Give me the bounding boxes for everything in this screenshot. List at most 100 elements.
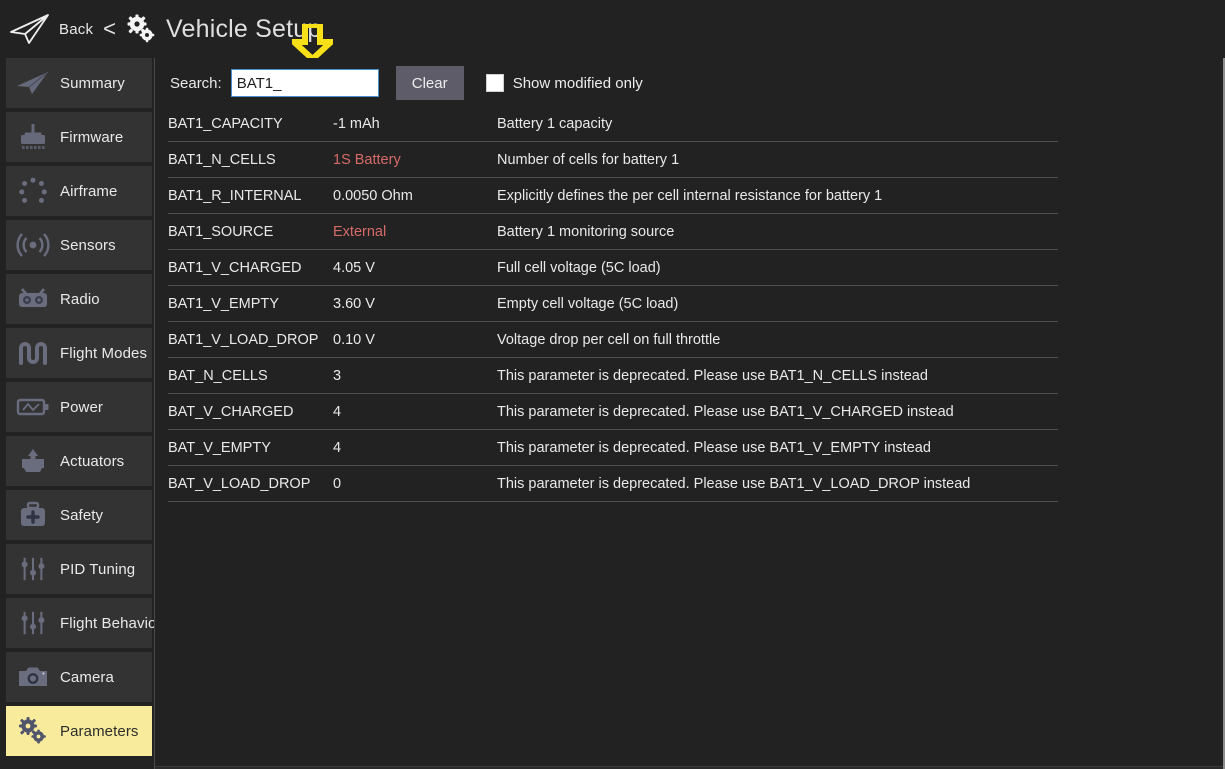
- search-label: Search:: [170, 75, 222, 92]
- param-description: This parameter is deprecated. Please use…: [497, 368, 1058, 384]
- download-chip-icon: [14, 121, 52, 153]
- param-name: BAT1_V_EMPTY: [168, 296, 333, 312]
- param-value: 3: [333, 368, 497, 384]
- param-description: Number of cells for battery 1: [497, 152, 1058, 168]
- sidebar-item-actuators[interactable]: Actuators: [6, 436, 152, 486]
- sidebar-item-label: Airframe: [60, 183, 117, 200]
- param-name: BAT1_SOURCE: [168, 224, 333, 240]
- gears-icon: [14, 715, 52, 747]
- table-row[interactable]: BAT1_V_LOAD_DROP0.10 VVoltage drop per c…: [168, 322, 1058, 358]
- sidebar-item-camera[interactable]: Camera: [6, 652, 152, 702]
- sidebar-item-label: Camera: [60, 669, 114, 686]
- param-value: 4.05 V: [333, 260, 497, 276]
- param-name: BAT_V_LOAD_DROP: [168, 476, 333, 492]
- breadcrumb-chevron-icon: <: [103, 16, 116, 42]
- arrow-down-annotation-icon: [292, 24, 333, 61]
- waveform-icon: [14, 337, 52, 369]
- table-row[interactable]: BAT1_V_EMPTY3.60 VEmpty cell voltage (5C…: [168, 286, 1058, 322]
- parameters-panel: Search: Clear Show modified only BAT1_CA…: [155, 58, 1223, 769]
- table-row[interactable]: BAT1_CAPACITY-1 mAhBattery 1 capacity: [168, 106, 1058, 142]
- sidebar-item-label: Actuators: [60, 453, 124, 470]
- param-name: BAT_N_CELLS: [168, 368, 333, 384]
- param-value: 3.60 V: [333, 296, 497, 312]
- param-name: BAT1_V_LOAD_DROP: [168, 332, 333, 348]
- camera-icon: [14, 661, 52, 693]
- param-value: -1 mAh: [333, 116, 497, 132]
- back-label: Back: [59, 21, 93, 38]
- sidebar-item-label: Power: [60, 399, 103, 416]
- sidebar-item-label: Radio: [60, 291, 100, 308]
- param-name: BAT1_CAPACITY: [168, 116, 333, 132]
- table-row[interactable]: BAT1_N_CELLS1S BatteryNumber of cells fo…: [168, 142, 1058, 178]
- show-modified-only-toggle[interactable]: Show modified only: [486, 74, 643, 92]
- signal-waves-icon: [14, 229, 52, 261]
- search-input[interactable]: [231, 69, 379, 97]
- param-name: BAT_V_CHARGED: [168, 404, 333, 420]
- vehicle-setup-window: Back <: [0, 0, 1225, 769]
- param-value: 4: [333, 404, 497, 420]
- sidebar-item-label: Flight Behavior: [60, 615, 155, 632]
- show-modified-only-label: Show modified only: [513, 75, 643, 92]
- sidebar-item-label: Sensors: [60, 237, 116, 254]
- show-modified-only-checkbox[interactable]: [486, 74, 504, 92]
- param-value: 4: [333, 440, 497, 456]
- param-description: Explicitly defines the per cell internal…: [497, 188, 1058, 204]
- param-description: This parameter is deprecated. Please use…: [497, 440, 1058, 456]
- param-value: 0: [333, 476, 497, 492]
- battery-icon: [14, 391, 52, 423]
- sidebar-item-parameters[interactable]: Parameters: [6, 706, 152, 756]
- app-header: Back <: [0, 0, 1225, 58]
- paper-plane-icon: [14, 67, 52, 99]
- sidebar-item-flight-modes[interactable]: Flight Modes: [6, 328, 152, 378]
- table-row[interactable]: BAT1_V_CHARGED4.05 VFull cell voltage (5…: [168, 250, 1058, 286]
- table-row[interactable]: BAT1_SOURCEExternalBattery 1 monitoring …: [168, 214, 1058, 250]
- sliders-icon: [14, 607, 52, 639]
- param-description: Empty cell voltage (5C load): [497, 296, 1058, 312]
- table-row[interactable]: BAT_V_EMPTY4This parameter is deprecated…: [168, 430, 1058, 466]
- param-description: Full cell voltage (5C load): [497, 260, 1058, 276]
- sidebar-item-label: Parameters: [60, 723, 139, 740]
- setup-sidebar: Summary Firmware: [0, 58, 155, 769]
- param-value: External: [333, 224, 497, 240]
- param-description: Voltage drop per cell on full throttle: [497, 332, 1058, 348]
- sidebar-item-radio[interactable]: Radio: [6, 274, 152, 324]
- sidebar-item-label: Safety: [60, 507, 103, 524]
- clear-button[interactable]: Clear: [396, 66, 464, 100]
- parameters-toolbar: Search: Clear Show modified only: [170, 63, 643, 103]
- parameters-table: BAT1_CAPACITY-1 mAhBattery 1 capacityBAT…: [168, 106, 1058, 502]
- param-description: Battery 1 capacity: [497, 116, 1058, 132]
- param-name: BAT1_R_INTERNAL: [168, 188, 333, 204]
- table-row[interactable]: BAT1_R_INTERNAL0.0050 OhmExplicitly defi…: [168, 178, 1058, 214]
- sidebar-item-summary[interactable]: Summary: [6, 58, 152, 108]
- param-name: BAT1_N_CELLS: [168, 152, 333, 168]
- back-button[interactable]: Back: [9, 12, 93, 46]
- gears-icon: [125, 14, 157, 44]
- motor-icon: [14, 445, 52, 477]
- sidebar-item-power[interactable]: Power: [6, 382, 152, 432]
- param-name: BAT1_V_CHARGED: [168, 260, 333, 276]
- param-description: This parameter is deprecated. Please use…: [497, 476, 1058, 492]
- sidebar-item-flight-behavior[interactable]: Flight Behavior: [6, 598, 152, 648]
- param-value: 0.10 V: [333, 332, 497, 348]
- paper-plane-icon: [9, 12, 51, 46]
- param-name: BAT_V_EMPTY: [168, 440, 333, 456]
- sidebar-item-pid-tuning[interactable]: PID Tuning: [6, 544, 152, 594]
- sidebar-item-sensors[interactable]: Sensors: [6, 220, 152, 270]
- param-description: Battery 1 monitoring source: [497, 224, 1058, 240]
- table-row[interactable]: BAT_N_CELLS3This parameter is deprecated…: [168, 358, 1058, 394]
- sidebar-item-label: Summary: [60, 75, 125, 92]
- sidebar-item-label: Flight Modes: [60, 345, 147, 362]
- table-row[interactable]: BAT_V_CHARGED4This parameter is deprecat…: [168, 394, 1058, 430]
- sidebar-item-label: PID Tuning: [60, 561, 135, 578]
- table-row[interactable]: BAT_V_LOAD_DROP0This parameter is deprec…: [168, 466, 1058, 502]
- first-aid-kit-icon: [14, 499, 52, 531]
- sidebar-item-safety[interactable]: Safety: [6, 490, 152, 540]
- dots-circle-icon: [14, 175, 52, 207]
- sidebar-item-label: Firmware: [60, 129, 123, 146]
- param-value: 0.0050 Ohm: [333, 188, 497, 204]
- gamepad-icon: [14, 283, 52, 315]
- param-value: 1S Battery: [333, 152, 497, 168]
- sidebar-item-airframe[interactable]: Airframe: [6, 166, 152, 216]
- sidebar-item-firmware[interactable]: Firmware: [6, 112, 152, 162]
- param-description: This parameter is deprecated. Please use…: [497, 404, 1058, 420]
